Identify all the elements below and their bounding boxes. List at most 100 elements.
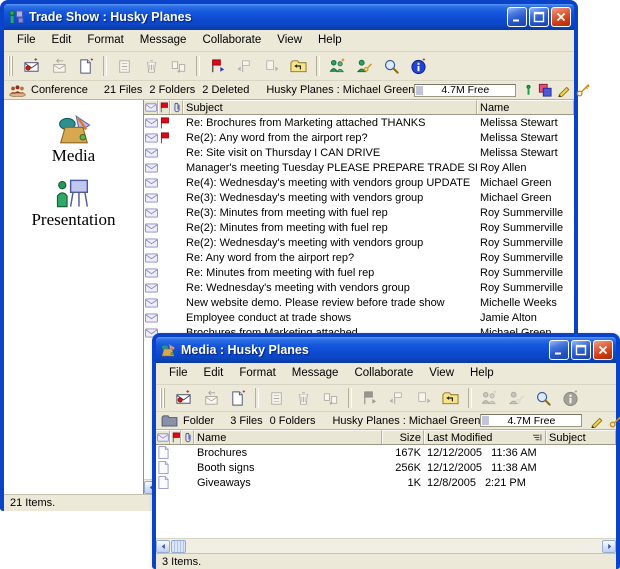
new-message-icon[interactable]	[19, 55, 44, 78]
menu-item[interactable]: Help	[462, 365, 502, 382]
up-folder-icon[interactable]	[286, 55, 311, 78]
message-envelope-icon	[145, 298, 158, 308]
flag-icon[interactable]	[357, 387, 382, 410]
name-column-header[interactable]: Name	[477, 100, 574, 114]
files-count: 21 Files	[104, 84, 143, 96]
split-icon[interactable]	[318, 387, 343, 410]
envelope-column-header[interactable]	[144, 100, 158, 114]
message-row[interactable]: Manager's meeting Tuesday PLEASE PREPARE…	[144, 160, 574, 175]
message-row[interactable]: Employee conduct at trade shows Jamie Al…	[144, 310, 574, 325]
minimize-button[interactable]	[549, 340, 569, 360]
envelope-column-header[interactable]	[156, 430, 170, 444]
next-flag-icon[interactable]	[411, 387, 436, 410]
media-title-bar[interactable]: Media : Husky Planes	[156, 337, 616, 363]
message-row[interactable]: Re: Wednesday's meeting with vendors gro…	[144, 280, 574, 295]
menu-item[interactable]: Message	[132, 32, 195, 49]
menu-item[interactable]: Message	[284, 365, 347, 382]
scrollbar-thumb[interactable]	[171, 540, 186, 553]
menu-item[interactable]: Help	[310, 32, 350, 49]
subject-column-header[interactable]: Subject	[183, 100, 477, 114]
menu-item[interactable]: Collaborate	[194, 32, 269, 49]
menu-item[interactable]: Format	[231, 365, 283, 382]
sidebar-item[interactable]: Media	[52, 114, 95, 165]
modified-column-header[interactable]: Last Modified	[424, 430, 546, 444]
reply-icon[interactable]	[46, 55, 71, 78]
message-row[interactable]: Re(2): Any word from the airport rep? Me…	[144, 130, 574, 145]
message-row[interactable]: Re(4): Wednesday's meeting with vendors …	[144, 175, 574, 190]
message-row[interactable]: Re: Any word from the airport rep? Roy S…	[144, 250, 574, 265]
message-row[interactable]: Re(3): Wednesday's meeting with vendors …	[144, 190, 574, 205]
who-is-online-icon[interactable]	[325, 55, 350, 78]
message-row[interactable]: Re: Brochures from Marketing attached TH…	[144, 115, 574, 130]
split-icon[interactable]	[166, 55, 191, 78]
search-icon[interactable]	[531, 387, 556, 410]
menu-item[interactable]: View	[421, 365, 462, 382]
list-header: Subject Name	[144, 100, 574, 115]
name-column-header[interactable]: Name	[194, 430, 382, 444]
toolbar	[4, 52, 574, 81]
menu-item[interactable]: Format	[79, 32, 131, 49]
menu-item[interactable]: File	[9, 32, 44, 49]
paperclip-icon	[184, 432, 192, 443]
file-row[interactable]: Giveaways 1K 12/8/20052:21 PM	[156, 475, 616, 490]
search-icon[interactable]	[379, 55, 404, 78]
prev-flag-icon[interactable]	[232, 55, 257, 78]
message-row[interactable]: Re(3): Minutes from meeting with fuel re…	[144, 205, 574, 220]
new-document-icon[interactable]	[73, 55, 98, 78]
sidebar-item-label: Presentation	[31, 210, 115, 229]
get-info-icon[interactable]	[558, 387, 583, 410]
toolbar-icon	[77, 58, 94, 75]
message-row[interactable]: Re(2): Wednesday's meeting with vendors …	[144, 235, 574, 250]
menu-item[interactable]: Collaborate	[346, 365, 421, 382]
flag-column-header[interactable]	[158, 100, 170, 114]
scroll-left-button[interactable]	[156, 540, 170, 553]
trade-show-title-bar[interactable]: Trade Show : Husky Planes	[4, 4, 574, 30]
permissions-icon[interactable]	[504, 387, 529, 410]
toolbar-grip-handle[interactable]	[8, 56, 14, 76]
minimize-button[interactable]	[507, 7, 527, 27]
subject-column-header[interactable]: Subject	[546, 430, 616, 444]
sidebar-item-label: Media	[52, 146, 95, 165]
message-row[interactable]: Re: Minutes from meeting with fuel rep R…	[144, 265, 574, 280]
file-modified-date: 12/12/2005	[427, 447, 482, 459]
envelope-icon	[157, 433, 169, 442]
history-icon[interactable]	[264, 387, 289, 410]
new-document-icon[interactable]	[225, 387, 250, 410]
size-column-header[interactable]: Size	[382, 430, 424, 444]
delete-icon[interactable]	[139, 55, 164, 78]
menu-item[interactable]: View	[269, 32, 310, 49]
prev-flag-icon[interactable]	[384, 387, 409, 410]
permissions-icon[interactable]	[352, 55, 377, 78]
history-icon[interactable]	[112, 55, 137, 78]
new-message-icon[interactable]	[171, 387, 196, 410]
delete-icon[interactable]	[291, 387, 316, 410]
message-row[interactable]: New website demo. Please review before t…	[144, 295, 574, 310]
maximize-button[interactable]	[571, 340, 591, 360]
horizontal-scrollbar[interactable]	[156, 538, 616, 553]
maximize-button[interactable]	[529, 7, 549, 27]
message-row[interactable]: Re: Site visit on Thursday I CAN DRIVE M…	[144, 145, 574, 160]
message-row[interactable]: Re(2): Minutes from meeting with fuel re…	[144, 220, 574, 235]
next-flag-icon[interactable]	[259, 55, 284, 78]
reply-icon[interactable]	[198, 387, 223, 410]
message-subject: Re: Minutes from meeting with fuel rep	[183, 265, 477, 280]
file-size: 1K	[382, 475, 424, 490]
minimize-icon	[510, 10, 524, 24]
attachment-column-header[interactable]	[170, 100, 183, 114]
sidebar-item[interactable]: Presentation	[31, 178, 115, 229]
close-button[interactable]	[551, 7, 571, 27]
menu-item[interactable]: Edit	[196, 365, 232, 382]
scroll-right-button[interactable]	[602, 540, 616, 553]
flag-column-header[interactable]	[170, 430, 181, 444]
menu-item[interactable]: File	[161, 365, 196, 382]
attachment-column-header[interactable]	[181, 430, 194, 444]
menu-item[interactable]: Edit	[44, 32, 80, 49]
up-folder-icon[interactable]	[438, 387, 463, 410]
who-is-online-icon[interactable]	[477, 387, 502, 410]
get-info-icon[interactable]	[406, 55, 431, 78]
flag-icon[interactable]	[205, 55, 230, 78]
file-row[interactable]: Brochures 167K 12/12/200511:36 AM	[156, 445, 616, 460]
close-button[interactable]	[593, 340, 613, 360]
file-row[interactable]: Booth signs 256K 12/12/200511:38 AM	[156, 460, 616, 475]
toolbar-grip-handle[interactable]	[160, 388, 166, 408]
